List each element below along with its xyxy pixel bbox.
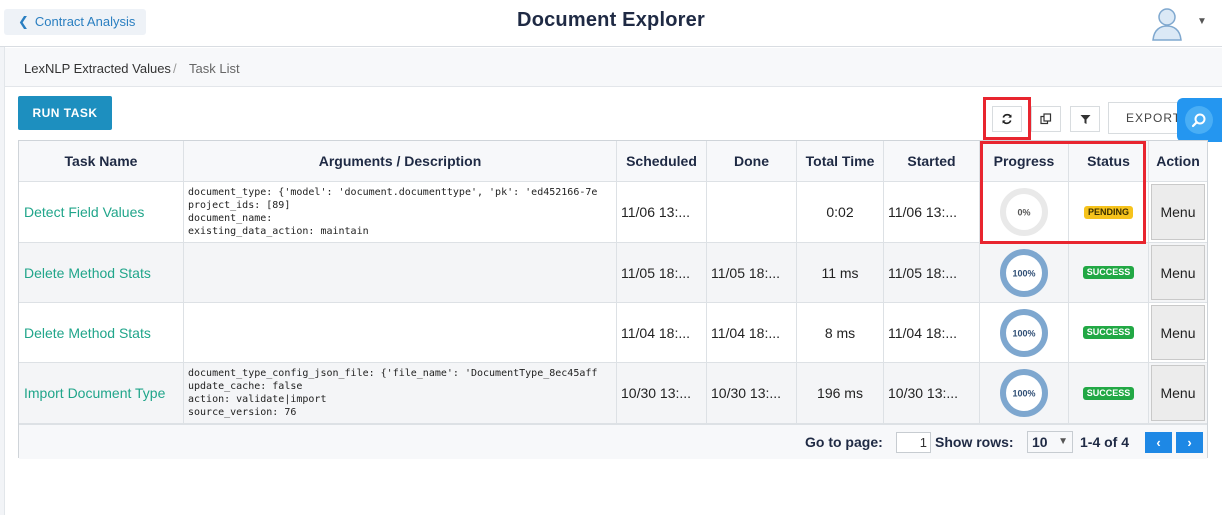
table-row: Delete Method Stats	[19, 243, 184, 303]
progress-ring: 100%	[980, 303, 1068, 362]
status-badge: SUCCESS	[1082, 326, 1135, 339]
top-header: ❮ Contract Analysis Document Explorer ▼	[0, 0, 1222, 47]
scheduled-value: 11/05 18:...	[621, 264, 691, 281]
progress-ring-label: 100%	[1012, 389, 1035, 399]
task-name-link[interactable]: Detect Field Values	[19, 182, 183, 242]
column-header-arguments[interactable]: Arguments / Description	[184, 141, 617, 182]
row-menu-button[interactable]: Menu	[1151, 245, 1205, 300]
started-value: 11/05 18:...	[888, 264, 958, 281]
copy-button[interactable]	[1031, 106, 1061, 132]
progress-ring-label: 100%	[1012, 328, 1035, 338]
next-page-button[interactable]: ›	[1176, 432, 1203, 453]
scheduled-value: 11/04 18:...	[621, 324, 691, 341]
done-value: 11/04 18:...	[711, 324, 781, 341]
page-number-input[interactable]: 1	[896, 432, 931, 453]
rows-per-page-value: 10	[1032, 434, 1048, 450]
column-header-scheduled[interactable]: Scheduled	[617, 141, 707, 182]
table-row: Import Document Type	[19, 363, 184, 424]
task-name-link[interactable]: Delete Method Stats	[19, 243, 183, 302]
column-header-status[interactable]: Status	[1069, 141, 1149, 182]
total-time-value: 0:02	[826, 204, 854, 220]
user-avatar-icon[interactable]	[1150, 5, 1184, 41]
task-table: Task Name Arguments / Description Schedu…	[18, 140, 1208, 459]
chevron-down-icon: ▼	[1058, 436, 1068, 447]
goto-page-label: Go to page:	[805, 434, 883, 450]
row-menu-button[interactable]: Menu	[1151, 184, 1205, 240]
status-badge: SUCCESS	[1082, 386, 1135, 400]
search-icon	[1191, 113, 1206, 128]
breadcrumb-item-lexnlp[interactable]: LexNLP Extracted Values	[24, 61, 171, 76]
search-button[interactable]	[1177, 98, 1222, 142]
done-value: 11/05 18:...	[711, 264, 781, 281]
filter-icon	[1080, 114, 1090, 124]
rows-per-page-select[interactable]: 10 ▼	[1027, 431, 1073, 453]
started-value: 10/30 13:...	[888, 385, 959, 401]
task-arguments: document_type: {'model': 'document.docum…	[188, 187, 598, 237]
refresh-button[interactable]	[992, 106, 1022, 132]
done-value	[707, 182, 796, 242]
row-menu-button[interactable]: Menu	[1151, 365, 1205, 421]
total-time-value: 8 ms	[824, 324, 856, 341]
progress-ring-label: 0%	[1017, 208, 1030, 218]
progress-ring: 100%	[980, 363, 1068, 423]
column-header-total-time[interactable]: Total Time	[797, 141, 884, 182]
status-badge: PENDING	[1083, 205, 1133, 219]
progress-ring-label: 100%	[1012, 268, 1035, 278]
refresh-icon	[1002, 113, 1012, 125]
status-badge: SUCCESS	[1082, 266, 1135, 279]
prev-page-button[interactable]: ‹	[1145, 432, 1172, 453]
scheduled-value: 10/30 13:...	[621, 385, 692, 401]
total-time-value: 11 ms	[821, 264, 859, 281]
task-name-link[interactable]: Import Document Type	[19, 363, 183, 423]
scheduled-value: 11/06 13:...	[621, 204, 691, 220]
total-time-value: 196 ms	[817, 385, 863, 401]
started-value: 11/04 18:...	[888, 324, 958, 341]
run-task-button[interactable]: RUN TASK	[18, 96, 112, 130]
page-range-label: 1-4 of 4	[1080, 434, 1130, 450]
table-row: Detect Field Values	[19, 182, 184, 243]
breadcrumb-separator: /	[173, 61, 177, 76]
row-menu-button[interactable]: Menu	[1151, 305, 1205, 360]
breadcrumb: LexNLP Extracted Values / Task List	[5, 48, 1222, 87]
task-arguments	[184, 303, 616, 307]
breadcrumb-item-task-list: Task List	[189, 61, 240, 76]
progress-ring: 100%	[980, 243, 1068, 302]
show-rows-label: Show rows:	[935, 434, 1014, 450]
column-header-done[interactable]: Done	[707, 141, 797, 182]
progress-ring: 0%	[980, 182, 1068, 242]
filter-button[interactable]	[1070, 106, 1100, 132]
left-sidebar-edge	[0, 47, 5, 515]
column-header-started[interactable]: Started	[884, 141, 980, 182]
copy-icon	[1040, 113, 1052, 125]
table-row: Delete Method Stats	[19, 303, 184, 363]
pagination-bar: Go to page: 1 Show rows: 10 ▼ 1-4 of 4 ‹…	[19, 424, 1207, 459]
task-arguments: document_type_config_json_file: {'file_n…	[188, 368, 598, 418]
task-arguments	[184, 243, 616, 247]
done-value: 10/30 13:...	[711, 385, 782, 401]
column-header-action: Action	[1149, 141, 1207, 182]
export-button[interactable]: EXPORT	[1108, 102, 1188, 134]
column-header-progress[interactable]: Progress	[980, 141, 1069, 182]
page-title: Document Explorer	[517, 9, 705, 31]
started-value: 11/06 13:...	[888, 204, 958, 220]
column-header-task-name[interactable]: Task Name	[19, 141, 184, 182]
task-name-link[interactable]: Delete Method Stats	[19, 303, 183, 362]
user-menu-caret-icon[interactable]: ▼	[1197, 16, 1207, 27]
